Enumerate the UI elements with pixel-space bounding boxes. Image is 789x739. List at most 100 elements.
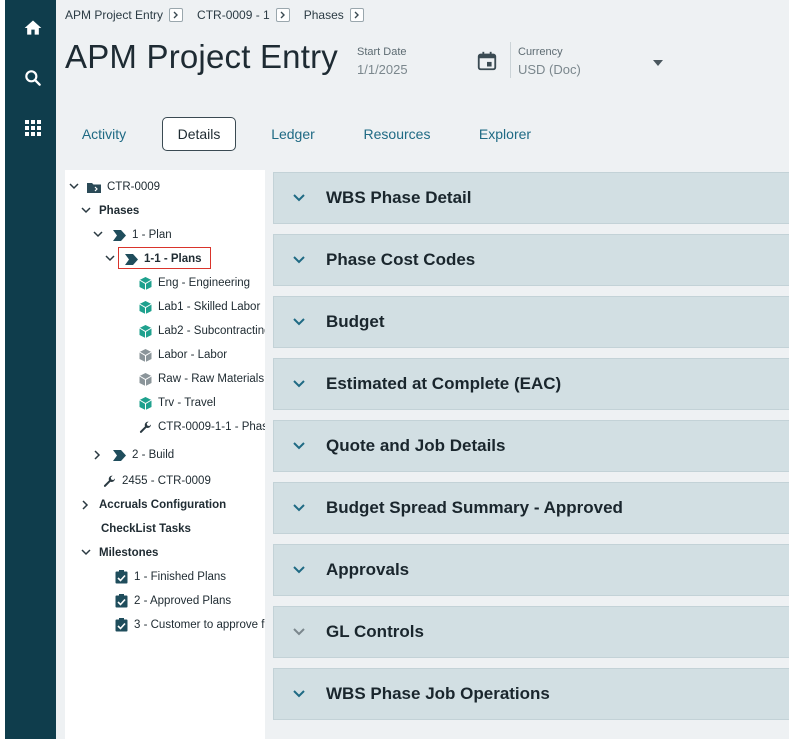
tab-resources[interactable]: Resources <box>356 117 438 151</box>
tree-node-label: Trv - Travel <box>158 397 216 409</box>
currency-field[interactable]: Currency USD (Doc) <box>518 46 581 77</box>
chevron-right-icon[interactable] <box>275 8 290 22</box>
panel-title: GL Controls <box>326 622 424 641</box>
tree-node-label: 1-1 - Plans <box>144 253 202 265</box>
header-divider <box>510 42 511 78</box>
expand-toggle[interactable] <box>68 181 80 193</box>
panel-title: Quote and Job Details <box>326 436 506 455</box>
start-date-label: Start Date <box>357 46 407 58</box>
tree-node-label: Accruals Configuration <box>99 499 227 511</box>
tree-node-label: 2 - Approved Plans <box>134 595 232 607</box>
tree-node-phase-1[interactable]: 1 - Plan <box>112 225 172 245</box>
expand-toggle[interactable] <box>92 449 104 461</box>
tree-node-phase-1-1[interactable]: 1-1 - Plans <box>124 249 202 269</box>
tree-node-label: Raw - Raw Materials <box>158 373 265 385</box>
tree-node-milestone[interactable]: 3 - Customer to approve final <box>114 615 265 635</box>
panel-title: Budget Spread Summary - Approved <box>326 498 623 517</box>
expand-toggle[interactable] <box>80 547 92 559</box>
panel-gl-controls[interactable]: GL Controls <box>273 606 789 658</box>
breadcrumb-label: CTR-0009 - 1 <box>197 8 270 22</box>
panel-title: WBS Phase Job Operations <box>326 684 550 703</box>
chevron-down-icon <box>293 194 305 202</box>
panel-budget-spread-summary[interactable]: Budget Spread Summary - Approved <box>273 482 789 534</box>
tree-node-label: CTR-0009 <box>107 181 161 193</box>
panel-title: Estimated at Complete (EAC) <box>326 374 562 393</box>
breadcrumb-item-apm-project-entry[interactable]: APM Project Entry <box>65 8 184 22</box>
panel-title: Budget <box>326 312 385 331</box>
breadcrumb-label: APM Project Entry <box>65 8 164 22</box>
tree-node-cost-code[interactable]: Lab2 - Subcontracting <box>138 321 265 341</box>
tab-ledger[interactable]: Ledger <box>256 117 330 151</box>
cost-code-icon <box>138 300 152 314</box>
tree-node-label: Eng - Engineering <box>158 277 251 289</box>
breadcrumb-label: Phases <box>303 8 344 22</box>
chevron-down-icon <box>293 256 305 264</box>
tree-node-milestone[interactable]: 1 - Finished Plans <box>114 567 226 587</box>
panel-title: Phase Cost Codes <box>326 250 476 269</box>
panel-wbs-phase-detail[interactable]: WBS Phase Detail <box>273 172 789 224</box>
checklist-icon <box>114 594 128 608</box>
tree-node-milestones[interactable]: Milestones <box>99 543 158 563</box>
tree-node-label: 2455 - CTR-0009 <box>122 475 211 487</box>
cost-code-grey-icon <box>138 348 152 362</box>
tree-node-label: CTR-0009-1-1 - Phase <box>158 421 265 433</box>
tree-node-job-operation[interactable]: CTR-0009-1-1 - Phase <box>138 417 265 437</box>
tree-node-label: 3 - Customer to approve final <box>134 619 265 631</box>
chevron-right-icon[interactable] <box>349 8 364 22</box>
panel-approvals[interactable]: Approvals <box>273 544 789 596</box>
cost-code-icon <box>138 324 152 338</box>
tab-activity[interactable]: Activity <box>68 117 140 151</box>
panel-budget[interactable]: Budget <box>273 296 789 348</box>
chevron-down-icon <box>293 628 305 636</box>
tree-node-project[interactable]: CTR-0009 <box>87 177 160 197</box>
panel-quote-job-details[interactable]: Quote and Job Details <box>273 420 789 472</box>
chevron-down-icon <box>293 566 305 574</box>
apps-button[interactable] <box>10 108 56 148</box>
tree-node-checklist-tasks[interactable]: CheckList Tasks <box>101 519 191 539</box>
calendar-icon[interactable] <box>476 50 498 72</box>
expand-toggle[interactable] <box>104 253 116 265</box>
breadcrumb-item-phases[interactable]: Phases <box>304 8 364 22</box>
search-button[interactable] <box>10 58 56 98</box>
chevron-right-icon[interactable] <box>169 8 184 22</box>
tree-node-phase-2[interactable]: 2 - Build <box>112 445 174 465</box>
search-icon <box>25 70 41 86</box>
start-date-field[interactable]: Start Date 1/1/2025 <box>357 46 408 77</box>
tree-node-milestone[interactable]: 2 - Approved Plans <box>114 591 231 611</box>
home-icon <box>24 20 42 35</box>
panel-phase-cost-codes[interactable]: Phase Cost Codes <box>273 234 789 286</box>
expand-toggle[interactable] <box>80 499 92 511</box>
panel-title: Approvals <box>326 560 410 579</box>
tree-node-cost-code[interactable]: Lab1 - Skilled Labor <box>138 297 260 317</box>
expand-toggle[interactable] <box>92 229 104 241</box>
tree-node-label: 2 - Build <box>132 449 175 461</box>
panel-wbs-phase-job-operations[interactable]: WBS Phase Job Operations <box>273 668 789 720</box>
tree-node-cost-code[interactable]: Eng - Engineering <box>138 273 250 293</box>
tree-node-accruals[interactable]: Accruals Configuration <box>99 495 226 515</box>
tab-details[interactable]: Details <box>162 117 236 151</box>
currency-label: Currency <box>518 46 563 58</box>
checklist-icon <box>114 570 128 584</box>
tree-node-cost-code[interactable]: Raw - Raw Materials <box>138 369 264 389</box>
wrench-icon <box>102 474 116 488</box>
breadcrumb-item-project[interactable]: CTR-0009 - 1 <box>197 8 290 22</box>
tab-explorer[interactable]: Explorer <box>468 117 542 151</box>
panel-eac[interactable]: Estimated at Complete (EAC) <box>273 358 789 410</box>
tree-node-job-operation[interactable]: 2455 - CTR-0009 <box>102 471 211 491</box>
currency-value[interactable]: USD (Doc) <box>518 62 581 77</box>
start-date-value[interactable]: 1/1/2025 <box>357 62 408 77</box>
tree-node-phases[interactable]: Phases <box>99 201 139 221</box>
checklist-icon <box>114 618 128 632</box>
tree-node-cost-code[interactable]: Labor - Labor <box>138 345 227 365</box>
folder-icon <box>87 180 101 194</box>
tree-node-label: Lab2 - Subcontracting <box>158 325 265 337</box>
chevron-down-icon <box>293 504 305 512</box>
chevron-down-icon[interactable] <box>651 58 665 68</box>
panel-title: WBS Phase Detail <box>326 188 472 207</box>
tree-node-label: CheckList Tasks <box>101 523 191 535</box>
expand-toggle[interactable] <box>80 205 92 217</box>
home-button[interactable] <box>10 8 56 48</box>
tree-node-cost-code[interactable]: Trv - Travel <box>138 393 216 413</box>
page-title: APM Project Entry <box>65 38 338 75</box>
cost-code-grey-icon <box>138 372 152 386</box>
